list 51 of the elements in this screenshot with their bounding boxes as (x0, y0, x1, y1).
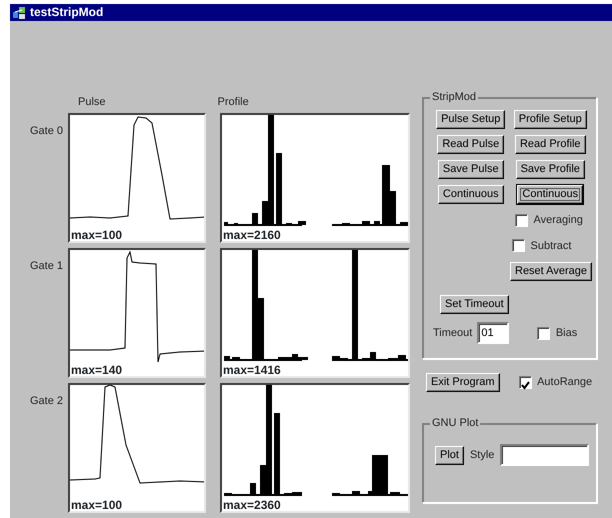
field-label: Style (470, 448, 494, 463)
column-header: Pulse (78, 95, 106, 110)
button[interactable]: Profile Setup (514, 110, 587, 129)
button[interactable]: Save Pulse (438, 160, 504, 179)
histogram-bar (374, 221, 380, 225)
histogram-bar (390, 492, 400, 495)
checkbox[interactable] (537, 326, 550, 340)
group-title: StripMod (430, 91, 478, 103)
max-label: max=2360 (223, 499, 281, 511)
max-label: max=140 (71, 364, 122, 376)
app-icon (12, 6, 26, 20)
histogram-bar (352, 491, 360, 495)
button[interactable]: Plot (435, 446, 464, 464)
histogram-bar (400, 222, 408, 225)
histogram-bar (250, 483, 256, 495)
checkbox[interactable] (515, 214, 528, 227)
histogram-bar (224, 222, 228, 225)
gate-label: Gate 0 (28, 124, 64, 139)
histogram-bar (252, 213, 258, 225)
histogram-bar (298, 221, 306, 225)
checkbox-label: AutoRange (537, 375, 592, 390)
button[interactable]: Reset Average (510, 262, 592, 281)
button[interactable]: Continuous (517, 185, 584, 204)
histogram-bar (224, 356, 230, 360)
button[interactable]: Set Timeout (440, 295, 509, 314)
window-title: testStripMod (30, 4, 104, 21)
histogram-bar (276, 153, 282, 225)
histogram-bar (362, 221, 370, 225)
checkbox-label: Averaging (534, 213, 583, 228)
button[interactable]: Save Profile (516, 160, 585, 179)
max-label: max=2160 (223, 229, 281, 241)
button[interactable]: Pulse Setup (436, 110, 506, 129)
style-field[interactable] (500, 444, 590, 466)
checkbox-label: Bias (556, 326, 578, 341)
timeout-field[interactable]: 01 (477, 322, 510, 344)
button[interactable]: Read Pulse (437, 135, 504, 154)
histogram-bar (232, 357, 240, 360)
checkbox[interactable] (518, 376, 532, 389)
max-label: max=100 (71, 499, 122, 511)
button[interactable]: Continuous (438, 185, 504, 204)
column-header: Profile (218, 95, 249, 110)
max-label: max=1416 (223, 364, 281, 376)
button[interactable]: Read Profile (514, 135, 586, 154)
gate-label: Gate 2 (28, 394, 64, 409)
checkbox-label: Subtract (530, 238, 572, 254)
max-label: max=100 (71, 229, 122, 241)
gate-label: Gate 1 (28, 259, 64, 274)
button[interactable]: Exit Program (426, 373, 500, 392)
group-title: GNU Plot (430, 417, 480, 429)
checkbox[interactable] (512, 239, 525, 252)
field-label: Timeout (433, 326, 472, 341)
